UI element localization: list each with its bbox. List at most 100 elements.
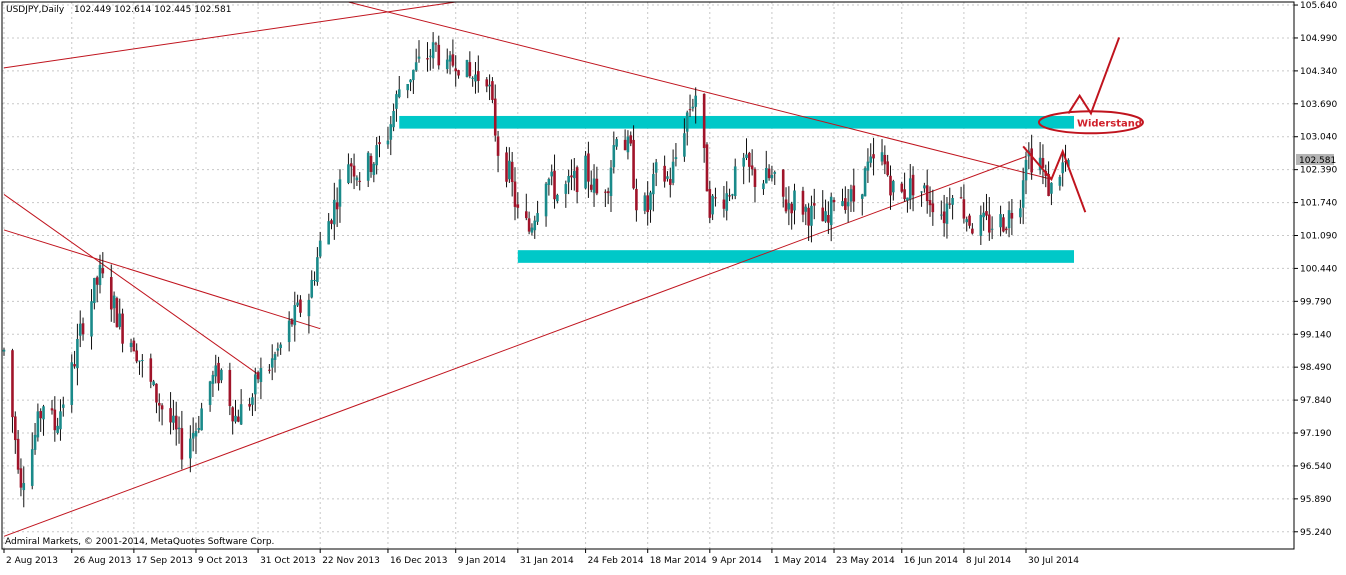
candle[interactable] [705,142,709,192]
candle-body [804,206,808,212]
candle-body [575,167,579,193]
candle-body [708,189,712,218]
candle-body [406,83,410,91]
price-zone [517,250,1074,263]
x-tick-label: 18 Mar 2014 [650,556,707,566]
candle-body [832,200,836,203]
candle-body [742,157,745,167]
candle-body [429,55,432,57]
candle-body [750,165,754,170]
candle-body [352,165,356,177]
chart-header-ohlc: 102.449 102.614 102.445 102.581 [74,5,231,15]
candle-body [276,348,280,351]
candle-body [237,416,240,422]
candle-body [330,220,333,224]
candle-body [705,144,709,192]
candle-body [437,44,441,66]
candle-body [564,184,568,194]
candle-body [668,179,672,185]
candle-body [860,194,864,199]
candle-body [556,194,559,202]
candle-body [550,171,554,177]
candle-body [728,195,731,197]
candle-body [666,176,669,179]
candle-body [174,415,178,430]
candle-body [395,94,398,109]
candle-body [293,305,297,326]
candle-body [626,136,630,153]
usdjpy-daily-chart[interactable]: Widerstand 105.640 104.990 104.340 103.690 1… [0,0,1346,571]
candle-body [889,175,892,196]
candle[interactable] [115,296,119,328]
candle-body [829,196,833,226]
x-tick-label: 31 Jan 2014 [520,556,574,566]
candle-body [524,211,528,219]
candle-body [770,174,774,179]
candle-body [942,211,946,224]
candle-body [76,338,79,369]
candle-body [1061,162,1065,174]
candle-body [903,189,906,200]
candle-body [767,168,771,179]
candle-body [141,360,144,362]
candle-body [606,191,610,194]
candle[interactable] [505,146,508,188]
candle-body [900,183,904,192]
candle-body [471,77,474,79]
candle-body [155,383,158,403]
candle-body [584,155,587,189]
candle-body [493,98,497,136]
candle-body [781,169,785,197]
candle-body [101,267,105,274]
candle-body [81,323,85,335]
candle-body [635,188,638,211]
candle-body [386,140,390,145]
candle-body [138,360,141,362]
candle[interactable] [863,166,867,197]
candle-body [11,350,14,418]
candle-body [78,323,82,336]
candle-body [316,257,319,282]
candle-body [649,192,652,210]
candle[interactable] [70,354,74,413]
x-tick-label: 9 Jan 2014 [458,556,506,566]
candle-body [372,163,376,175]
candle-body [923,185,926,189]
y-tick-label: 103.040 [1300,133,1337,143]
candle-body [414,62,418,71]
candle-body [2,349,6,352]
candle-body [33,434,37,450]
x-tick-label: 24 Feb 2014 [588,556,644,566]
candle-body [654,162,658,173]
candle-body [488,84,491,87]
candle[interactable] [584,150,587,190]
candle-body [378,142,381,145]
candle-body [812,203,816,206]
candle-body [465,60,469,78]
candle-body [95,277,99,285]
candle-body [279,344,282,349]
candle-body [821,207,825,222]
candle-body [985,211,988,216]
candle-body [217,362,220,384]
candle-body [632,139,635,189]
candle-body [824,211,827,222]
candle-body [474,74,477,82]
copyright-footer: Admiral Markets, © 2001-2014, MetaQuotes… [5,537,274,547]
chart-canvas[interactable]: Widerstand 105.640 104.990 104.340 103.690 1… [0,0,1346,571]
candle-body [307,299,311,317]
y-tick-label: 101.740 [1300,199,1337,209]
y-tick-label: 98.490 [1300,363,1332,373]
candle-body [928,200,932,206]
candle-body [530,227,534,233]
candle-body [129,342,133,348]
candle-body [270,358,274,368]
y-tick-label: 99.140 [1300,330,1332,340]
candle-body [177,427,181,430]
candle-body [1021,180,1025,208]
candle-body [112,295,116,309]
candle[interactable] [465,59,469,78]
candle-body [59,411,62,430]
candle-body [971,228,974,234]
candle-body [445,59,449,70]
